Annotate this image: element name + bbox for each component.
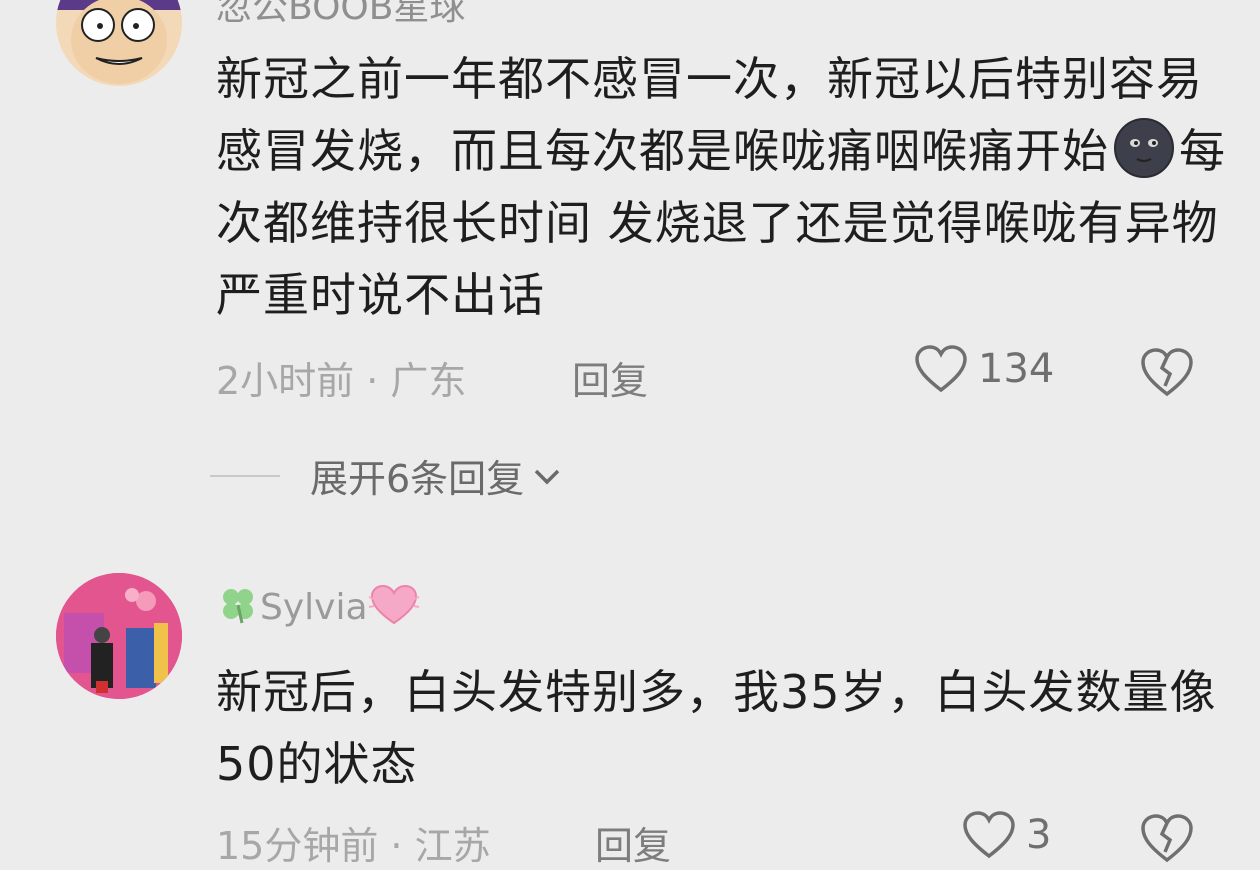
dislike-button[interactable] <box>1140 812 1194 864</box>
username[interactable]: Sylvia <box>216 583 420 628</box>
comment-time-location: 2小时前 · 广东 <box>216 359 467 403</box>
expand-replies-label: 展开6条回复 <box>310 457 525 501</box>
reply-button[interactable]: 回复 <box>572 350 648 405</box>
like-count: 134 <box>978 346 1055 392</box>
heart-icon <box>368 584 419 625</box>
avatar[interactable] <box>56 573 182 699</box>
comment-text-part: 新冠之前一年都不感冒一次，新冠以后特别容易感冒发烧，而且每次都是喉咙痛咽喉痛开始 <box>216 52 1203 178</box>
avatar[interactable] <box>56 0 182 86</box>
comment-text: 新冠后，白头发特别多，我35岁，白头发数量像50的状态 <box>216 665 1217 791</box>
heart-outline-icon <box>915 345 967 393</box>
new-moon-face-emoji-icon <box>1113 117 1175 179</box>
comment-time-location: 15分钟前 · 江苏 <box>216 824 491 868</box>
divider-line <box>210 474 280 477</box>
username[interactable]: 忽公BOOB星球 <box>216 0 465 30</box>
heart-outline-icon <box>963 811 1015 859</box>
four-leaf-clover-icon <box>223 589 253 624</box>
expand-replies[interactable]: 展开6条回复 <box>210 448 564 503</box>
comment-text: 新冠之前一年都不感冒一次，新冠以后特别容易感冒发烧，而且每次都是喉咙痛咽喉痛开始… <box>216 43 1226 331</box>
like-count: 3 <box>1026 812 1052 858</box>
dislike-button[interactable] <box>1140 346 1194 398</box>
like-button[interactable]: 134 <box>914 344 1054 394</box>
broken-heart-icon <box>1141 814 1193 863</box>
like-button[interactable]: 3 <box>962 810 1051 860</box>
reply-button[interactable]: 回复 <box>595 815 671 870</box>
chevron-down-icon <box>534 469 560 484</box>
broken-heart-icon <box>1141 348 1193 397</box>
username-text: Sylvia <box>260 587 368 628</box>
